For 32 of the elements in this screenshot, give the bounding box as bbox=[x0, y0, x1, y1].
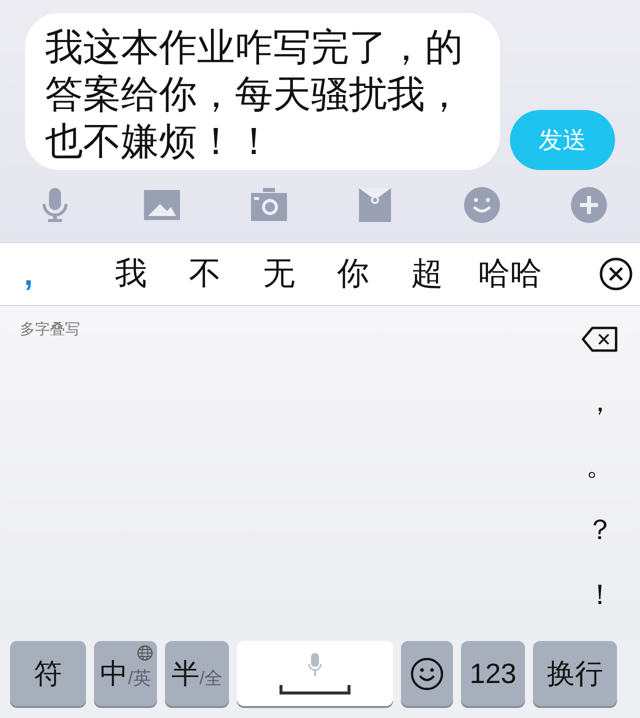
punctuation-key[interactable]: ？ bbox=[575, 511, 625, 576]
space-key[interactable] bbox=[237, 641, 393, 706]
camera-icon[interactable] bbox=[250, 186, 288, 224]
mode-label: 多字叠写 bbox=[19, 320, 80, 340]
space-icon bbox=[279, 684, 351, 694]
key-sublabel: /英 bbox=[128, 666, 151, 690]
candidate[interactable]: 超 bbox=[390, 252, 464, 296]
key[interactable]: 换行 bbox=[533, 641, 617, 706]
close-icon[interactable] bbox=[599, 257, 633, 291]
microphone-icon bbox=[308, 652, 322, 676]
key-label: 半 bbox=[171, 656, 200, 690]
toggle-key[interactable]: 半/全 bbox=[165, 641, 229, 706]
key[interactable]: 符 bbox=[10, 641, 86, 706]
punctuation-key[interactable]: ， bbox=[575, 382, 625, 447]
key-sublabel: /全 bbox=[199, 666, 222, 690]
punctuation-key[interactable]: 。 bbox=[575, 446, 625, 512]
key-label: 中 bbox=[100, 656, 128, 690]
candidate[interactable]: 不 bbox=[168, 252, 242, 296]
plus-icon[interactable] bbox=[570, 186, 608, 224]
candidate[interactable]: 我 bbox=[94, 252, 168, 296]
punctuation-key[interactable]: ！ bbox=[575, 576, 625, 640]
smiley-icon[interactable] bbox=[463, 186, 502, 224]
emoji-key[interactable] bbox=[401, 641, 453, 706]
candidate[interactable]: 无 bbox=[242, 252, 316, 296]
candidate[interactable]: 哈哈 bbox=[464, 252, 542, 296]
candidate[interactable]: , bbox=[24, 256, 44, 292]
key[interactable]: 123 bbox=[461, 641, 525, 706]
smiley-icon bbox=[410, 656, 444, 690]
backspace-icon[interactable] bbox=[580, 326, 620, 352]
toggle-key[interactable]: 中/英 bbox=[94, 641, 157, 706]
candidate[interactable]: 你 bbox=[316, 252, 390, 296]
message-input[interactable]: 我这本作业咋写完了，的答案给你，每天骚扰我，也不嫌烦！！ bbox=[25, 13, 500, 170]
